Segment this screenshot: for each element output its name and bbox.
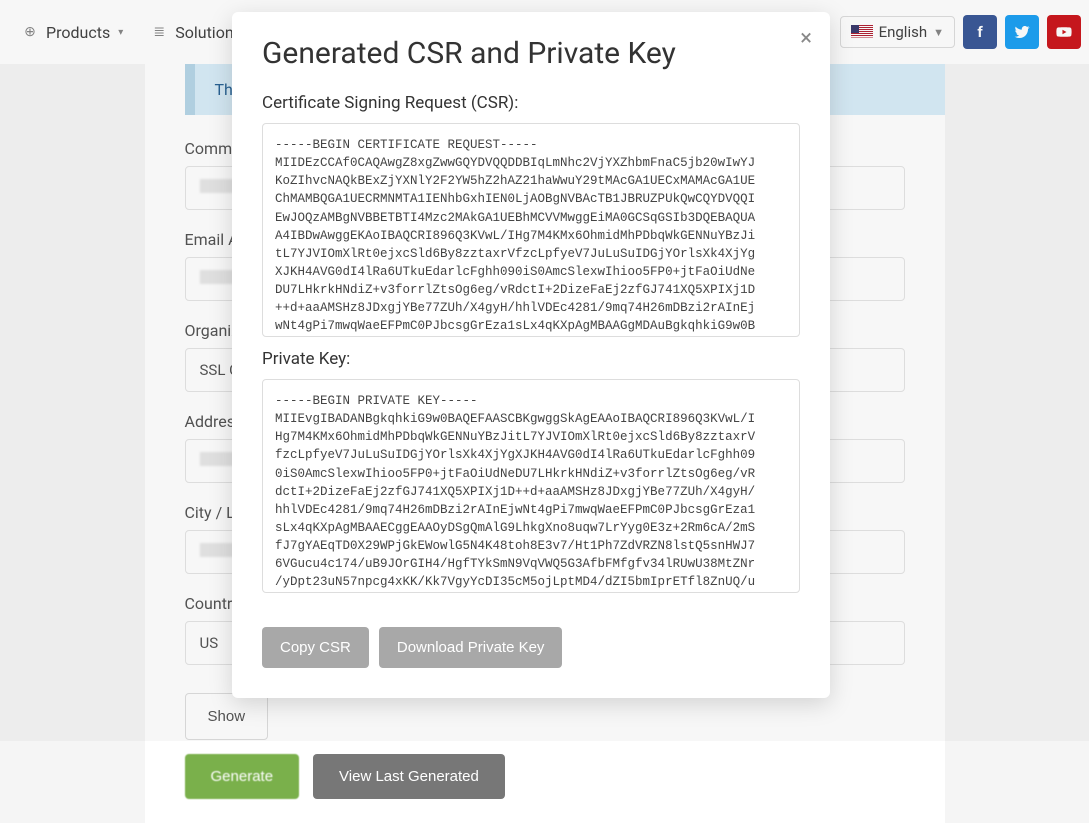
private-key-label: Private Key: (262, 349, 800, 369)
csr-label: Certificate Signing Request (CSR): (262, 93, 800, 113)
close-icon[interactable]: × (800, 26, 812, 51)
modal-title: Generated CSR and Private Key (262, 36, 800, 71)
generate-button[interactable]: Generate (185, 754, 300, 799)
copy-csr-button[interactable]: Copy CSR (262, 627, 369, 668)
private-key-textarea[interactable] (262, 379, 800, 593)
csr-modal: × Generated CSR and Private Key Certific… (232, 12, 830, 698)
download-private-key-button[interactable]: Download Private Key (379, 627, 563, 668)
view-last-button[interactable]: View Last Generated (313, 754, 505, 799)
csr-textarea[interactable] (262, 123, 800, 337)
